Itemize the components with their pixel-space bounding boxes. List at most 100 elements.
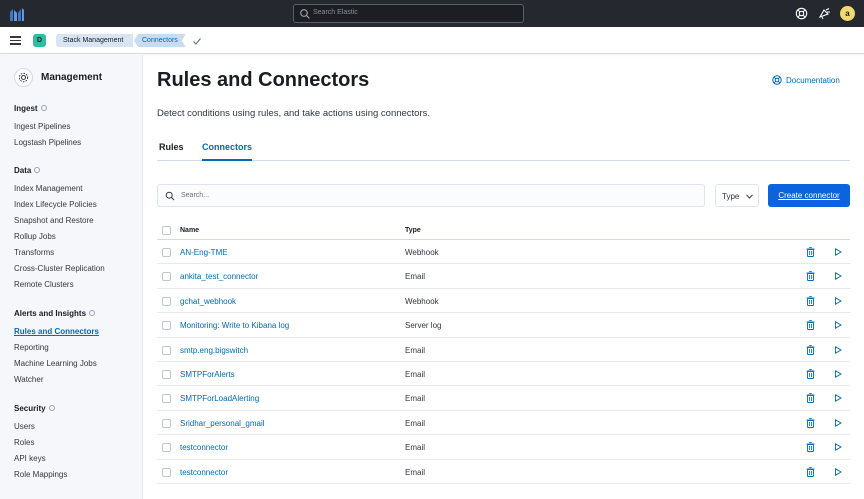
connector-name-link[interactable]: SMTPForLoadAlerting: [180, 394, 259, 403]
trash-icon[interactable]: [806, 442, 815, 453]
help-icon[interactable]: [795, 7, 808, 20]
trash-icon[interactable]: [806, 417, 815, 428]
connector-type: Email: [405, 272, 426, 282]
info-icon: [89, 310, 96, 316]
row-checkbox[interactable]: [162, 418, 171, 428]
play-icon[interactable]: [834, 394, 842, 403]
row-checkbox[interactable]: [162, 296, 171, 306]
connector-name-link[interactable]: ankita_test_connector: [180, 272, 258, 281]
type-filter-button[interactable]: Type: [715, 184, 759, 207]
trash-icon[interactable]: [806, 344, 815, 355]
user-avatar[interactable]: a: [840, 6, 855, 21]
global-search-placeholder: Search Elastic: [313, 9, 358, 16]
connector-name-link[interactable]: gchat_webhook: [180, 297, 236, 306]
menu-icon[interactable]: [10, 36, 21, 45]
trash-icon[interactable]: [806, 466, 815, 477]
sidebar-item-reporting[interactable]: Reporting: [14, 343, 49, 352]
connector-name-link[interactable]: Monitoring: Write to Kibana log: [180, 321, 289, 330]
sidebar-item-cross-cluster-replication[interactable]: Cross-Cluster Replication: [14, 264, 105, 273]
select-all-checkbox[interactable]: [162, 226, 171, 235]
connector-name-link[interactable]: smtp.eng.bigswitch: [180, 346, 248, 355]
check-icon: [193, 38, 201, 45]
sidebar-item-machine-learning-jobs[interactable]: Machine Learning Jobs: [14, 359, 97, 368]
connector-type: Webhook: [405, 248, 439, 257]
info-icon: [48, 405, 55, 411]
table-row: Sridhar_personal_gmail Email: [157, 411, 850, 436]
row-checkbox[interactable]: [162, 345, 171, 355]
gear-icon: [18, 72, 29, 83]
create-connector-button[interactable]: Create connector: [768, 184, 850, 207]
connector-name-link[interactable]: testconnector: [180, 468, 228, 477]
sidebar-item-ingest-pipelines[interactable]: Ingest Pipelines: [14, 122, 70, 131]
sidebar-item-api-keys[interactable]: API keys: [14, 454, 46, 463]
trash-icon[interactable]: [806, 320, 815, 331]
trash-icon[interactable]: [806, 247, 815, 257]
sidebar-item-rules-and-connectors[interactable]: Rules and Connectors: [14, 327, 99, 336]
sidebar-item-transforms[interactable]: Transforms: [14, 248, 54, 257]
row-checkbox[interactable]: [162, 369, 171, 379]
connector-type: Email: [405, 345, 426, 355]
table-row: smtp.eng.bigswitch Email: [157, 338, 850, 362]
play-icon[interactable]: [834, 345, 842, 354]
sidebar-item-users[interactable]: Users: [14, 422, 35, 431]
space-avatar[interactable]: D: [33, 34, 46, 47]
sidebar-group-ingest: Ingest: [14, 104, 47, 113]
tab-connectors[interactable]: Connectors: [202, 142, 253, 161]
trash-icon[interactable]: [806, 271, 815, 282]
sidebar-item-logstash-pipelines[interactable]: Logstash Pipelines: [14, 138, 81, 147]
global-search-input[interactable]: Search Elastic: [293, 4, 524, 23]
play-icon[interactable]: [834, 467, 842, 476]
page-title: Rules and Connectors: [157, 69, 370, 91]
info-icon: [34, 167, 41, 173]
row-checkbox[interactable]: [162, 248, 171, 257]
connector-type: Email: [405, 394, 426, 404]
row-checkbox[interactable]: [162, 467, 171, 477]
trash-icon[interactable]: [806, 295, 815, 306]
row-checkbox[interactable]: [162, 394, 171, 404]
table-row: testconnector Email: [157, 460, 850, 484]
connector-name-link[interactable]: Sridhar_personal_gmail: [180, 419, 265, 428]
trash-icon[interactable]: [806, 393, 815, 404]
sidebar-item-rollup-jobs[interactable]: Rollup Jobs: [14, 232, 56, 241]
play-icon[interactable]: [834, 418, 842, 427]
sidebar-item-roles[interactable]: Roles: [14, 438, 34, 447]
table-header: Name Type: [157, 220, 850, 240]
connector-search-input[interactable]: Search...: [157, 184, 705, 207]
type-filter-label: Type: [722, 192, 740, 201]
sidebar-item-index-management[interactable]: Index Management: [14, 184, 83, 193]
play-icon[interactable]: [834, 443, 842, 452]
table-row: SMTPForAlerts Email: [157, 362, 850, 387]
connector-name-link[interactable]: AN-Eng-TME: [180, 248, 228, 257]
sidebar-item-watcher[interactable]: Watcher: [14, 375, 44, 384]
trash-icon[interactable]: [806, 369, 815, 379]
play-icon[interactable]: [834, 248, 842, 256]
column-header-name[interactable]: Name: [180, 227, 199, 234]
connector-search-placeholder: Search...: [181, 192, 210, 199]
row-checkbox[interactable]: [162, 443, 171, 453]
row-checkbox[interactable]: [162, 321, 171, 331]
sidebar-item-role-mappings[interactable]: Role Mappings: [14, 470, 67, 479]
play-icon[interactable]: [834, 296, 842, 305]
play-icon[interactable]: [834, 321, 842, 330]
tab-rules[interactable]: Rules: [159, 142, 184, 161]
tabs: Rules Connectors: [157, 138, 850, 161]
column-header-type[interactable]: Type: [405, 227, 421, 234]
connector-type: Email: [405, 369, 426, 379]
connector-name-link[interactable]: SMTPForAlerts: [180, 370, 235, 379]
sidebar-item-index-lifecycle-policies[interactable]: Index Lifecycle Policies: [14, 200, 97, 209]
breadcrumb-bar: D Stack Management Connectors: [0, 27, 864, 54]
play-icon[interactable]: [834, 369, 842, 378]
elastic-logo-icon[interactable]: [9, 6, 25, 22]
breadcrumb-stack-management[interactable]: Stack Management: [56, 34, 134, 47]
sidebar-item-snapshot-and-restore[interactable]: Snapshot and Restore: [14, 216, 94, 225]
breadcrumb-connectors[interactable]: Connectors: [134, 34, 186, 47]
chevron-down-icon: [746, 194, 753, 199]
connector-name-link[interactable]: testconnector: [180, 443, 228, 452]
connector-type: Email: [405, 443, 426, 453]
row-checkbox[interactable]: [162, 272, 171, 282]
management-icon: [14, 68, 33, 87]
sidebar-item-remote-clusters[interactable]: Remote Clusters: [14, 280, 74, 289]
table-row: Monitoring: Write to Kibana log Server lo…: [157, 313, 850, 338]
play-icon[interactable]: [834, 272, 842, 281]
newsfeed-icon[interactable]: [818, 7, 831, 20]
